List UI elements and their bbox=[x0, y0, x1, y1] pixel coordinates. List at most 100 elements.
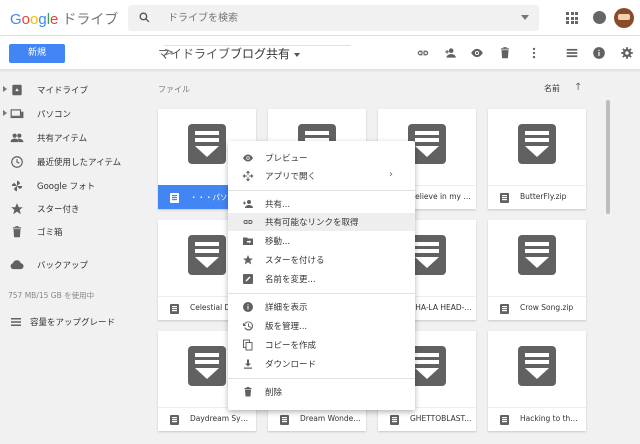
sidebar-item-backup[interactable]: バックアップ bbox=[0, 255, 140, 275]
file-card[interactable]: Hacking to the ... bbox=[488, 331, 586, 431]
info-icon[interactable] bbox=[592, 46, 606, 60]
list-icon bbox=[10, 316, 22, 331]
menu-item-make-copy[interactable]: コピーを作成 bbox=[228, 336, 415, 354]
sidebar-item-shared[interactable]: 共有アイテム bbox=[0, 128, 140, 148]
copy-icon bbox=[242, 339, 254, 351]
file-card-footer[interactable]: ButterFly.zip bbox=[488, 185, 586, 209]
menu-item-share[interactable]: 共有... bbox=[228, 195, 415, 213]
toolbar: 新規 マイドライブ > ブログ共有 bbox=[0, 36, 640, 70]
upgrade-storage-link[interactable]: 容量をアップグレード bbox=[8, 314, 138, 330]
chevron-right-icon: › bbox=[389, 169, 393, 180]
sidebar-item-my-drive[interactable]: マイドライブ bbox=[0, 80, 140, 100]
star-icon bbox=[242, 254, 254, 266]
file-card[interactable]: Crow Song.zip bbox=[488, 220, 586, 320]
history-icon bbox=[242, 320, 254, 332]
search-box[interactable] bbox=[128, 5, 539, 31]
archive-file-icon bbox=[500, 304, 509, 314]
archive-file-icon bbox=[170, 304, 179, 314]
expand-arrow-icon[interactable] bbox=[3, 110, 7, 116]
menu-item-preview[interactable]: プレビュー bbox=[228, 149, 415, 167]
search-icon bbox=[139, 12, 150, 23]
file-card-footer[interactable]: Daydream Synd... bbox=[158, 407, 256, 431]
apps-grid-icon[interactable] bbox=[566, 12, 578, 24]
archive-file-icon bbox=[188, 346, 226, 386]
breadcrumb: マイドライブ > ブログ共有 bbox=[158, 45, 351, 62]
avatar[interactable] bbox=[614, 8, 634, 28]
file-thumbnail[interactable] bbox=[488, 220, 586, 296]
sort-direction-arrow[interactable]: ↑ bbox=[574, 82, 582, 93]
sidebar-item-computers[interactable]: パソコン bbox=[0, 104, 140, 124]
sidebar-item-starred[interactable]: スター付き bbox=[0, 199, 140, 219]
breadcrumb-separator: > bbox=[164, 45, 351, 59]
menu-item-details[interactable]: 詳細を表示 bbox=[228, 298, 415, 316]
archive-file-icon bbox=[170, 193, 179, 203]
menu-divider bbox=[228, 378, 415, 379]
scrollbar[interactable] bbox=[606, 100, 610, 214]
expand-arrow-icon[interactable] bbox=[3, 86, 7, 92]
trash-icon[interactable] bbox=[498, 46, 512, 60]
file-card[interactable]: ButterFly.zip bbox=[488, 109, 586, 209]
archive-file-icon bbox=[518, 124, 556, 164]
menu-item-rename[interactable]: 名前を変更... bbox=[228, 270, 415, 288]
archive-file-icon bbox=[390, 415, 399, 425]
cloud-icon bbox=[10, 258, 24, 272]
sort-by-name[interactable]: 名前 bbox=[544, 83, 560, 94]
gear-icon[interactable] bbox=[620, 46, 634, 60]
menu-item-delete[interactable]: 削除 bbox=[228, 383, 415, 401]
menu-item-get-link[interactable]: 共有可能なリンクを取得 bbox=[228, 213, 415, 231]
menu-item-star[interactable]: スターを付ける bbox=[228, 251, 415, 269]
menu-item-open-with[interactable]: アプリで開く › bbox=[228, 167, 415, 185]
new-button[interactable]: 新規 bbox=[9, 44, 65, 63]
chevron-down-icon[interactable] bbox=[294, 52, 301, 57]
file-name: CHA-LA HEAD-... bbox=[410, 303, 472, 312]
sidebar-item-trash[interactable]: ゴミ箱 bbox=[0, 222, 140, 242]
menu-divider bbox=[228, 190, 415, 191]
clock-icon bbox=[10, 155, 24, 169]
info-icon bbox=[242, 301, 254, 313]
folder-move-icon bbox=[242, 235, 254, 247]
archive-file-icon bbox=[518, 346, 556, 386]
sidebar: マイドライブ パソコン 共有アイテム 最近使用したアイテム Google フォト… bbox=[0, 70, 140, 444]
file-name: Crow Song.zip bbox=[520, 303, 574, 312]
storage-usage: 757 MB/15 GB を使用中 bbox=[8, 291, 95, 300]
file-card-footer[interactable]: Hacking to the ... bbox=[488, 407, 586, 431]
sidebar-item-recent[interactable]: 最近使用したアイテム bbox=[0, 152, 140, 172]
file-thumbnail[interactable] bbox=[488, 109, 586, 185]
menu-item-move[interactable]: 移動... bbox=[228, 232, 415, 250]
sidebar-item-photos[interactable]: Google フォト bbox=[0, 176, 140, 196]
file-card-footer[interactable]: Crow Song.zip bbox=[488, 296, 586, 320]
file-thumbnail[interactable] bbox=[488, 331, 586, 407]
trash-icon bbox=[10, 225, 24, 239]
search-input[interactable] bbox=[168, 9, 498, 27]
google-drive-logo[interactable]: Google ドライブ bbox=[10, 9, 118, 29]
people-icon bbox=[10, 131, 24, 145]
menu-divider bbox=[228, 293, 415, 294]
file-name: ButterFly.zip bbox=[520, 192, 567, 201]
archive-file-icon bbox=[280, 415, 289, 425]
top-bar: Google ドライブ bbox=[0, 0, 640, 36]
archive-file-icon bbox=[170, 415, 179, 425]
eye-icon bbox=[242, 152, 254, 164]
breadcrumb-current[interactable]: ブログ共有 bbox=[230, 47, 290, 61]
list-view-icon[interactable] bbox=[565, 46, 579, 60]
more-vert-icon[interactable] bbox=[527, 46, 541, 60]
search-options-dropdown[interactable] bbox=[521, 15, 529, 20]
link-icon[interactable] bbox=[416, 46, 430, 60]
pinwheel-icon bbox=[10, 179, 24, 193]
download-icon bbox=[242, 358, 254, 370]
eye-icon[interactable] bbox=[470, 46, 484, 60]
file-name: Dream Wonder ... bbox=[300, 414, 362, 423]
archive-file-icon bbox=[518, 235, 556, 275]
pencil-icon bbox=[242, 273, 254, 285]
menu-item-download[interactable]: ダウンロード bbox=[228, 355, 415, 373]
file-name: Daydream Synd... bbox=[190, 414, 252, 423]
link-icon bbox=[242, 216, 254, 228]
file-card-footer[interactable]: GHETTOBLAST... bbox=[378, 407, 476, 431]
file-name: Hacking to the ... bbox=[520, 414, 582, 423]
context-menu: プレビュー アプリで開く › 共有... 共有可能なリンクを取得 移動... ス… bbox=[228, 141, 415, 410]
archive-file-icon bbox=[188, 124, 226, 164]
add-person-icon[interactable] bbox=[443, 46, 457, 60]
menu-item-versions[interactable]: 版を管理... bbox=[228, 317, 415, 335]
notifications-icon[interactable] bbox=[593, 11, 606, 24]
file-card-footer[interactable]: Dream Wonder ... bbox=[268, 407, 366, 431]
